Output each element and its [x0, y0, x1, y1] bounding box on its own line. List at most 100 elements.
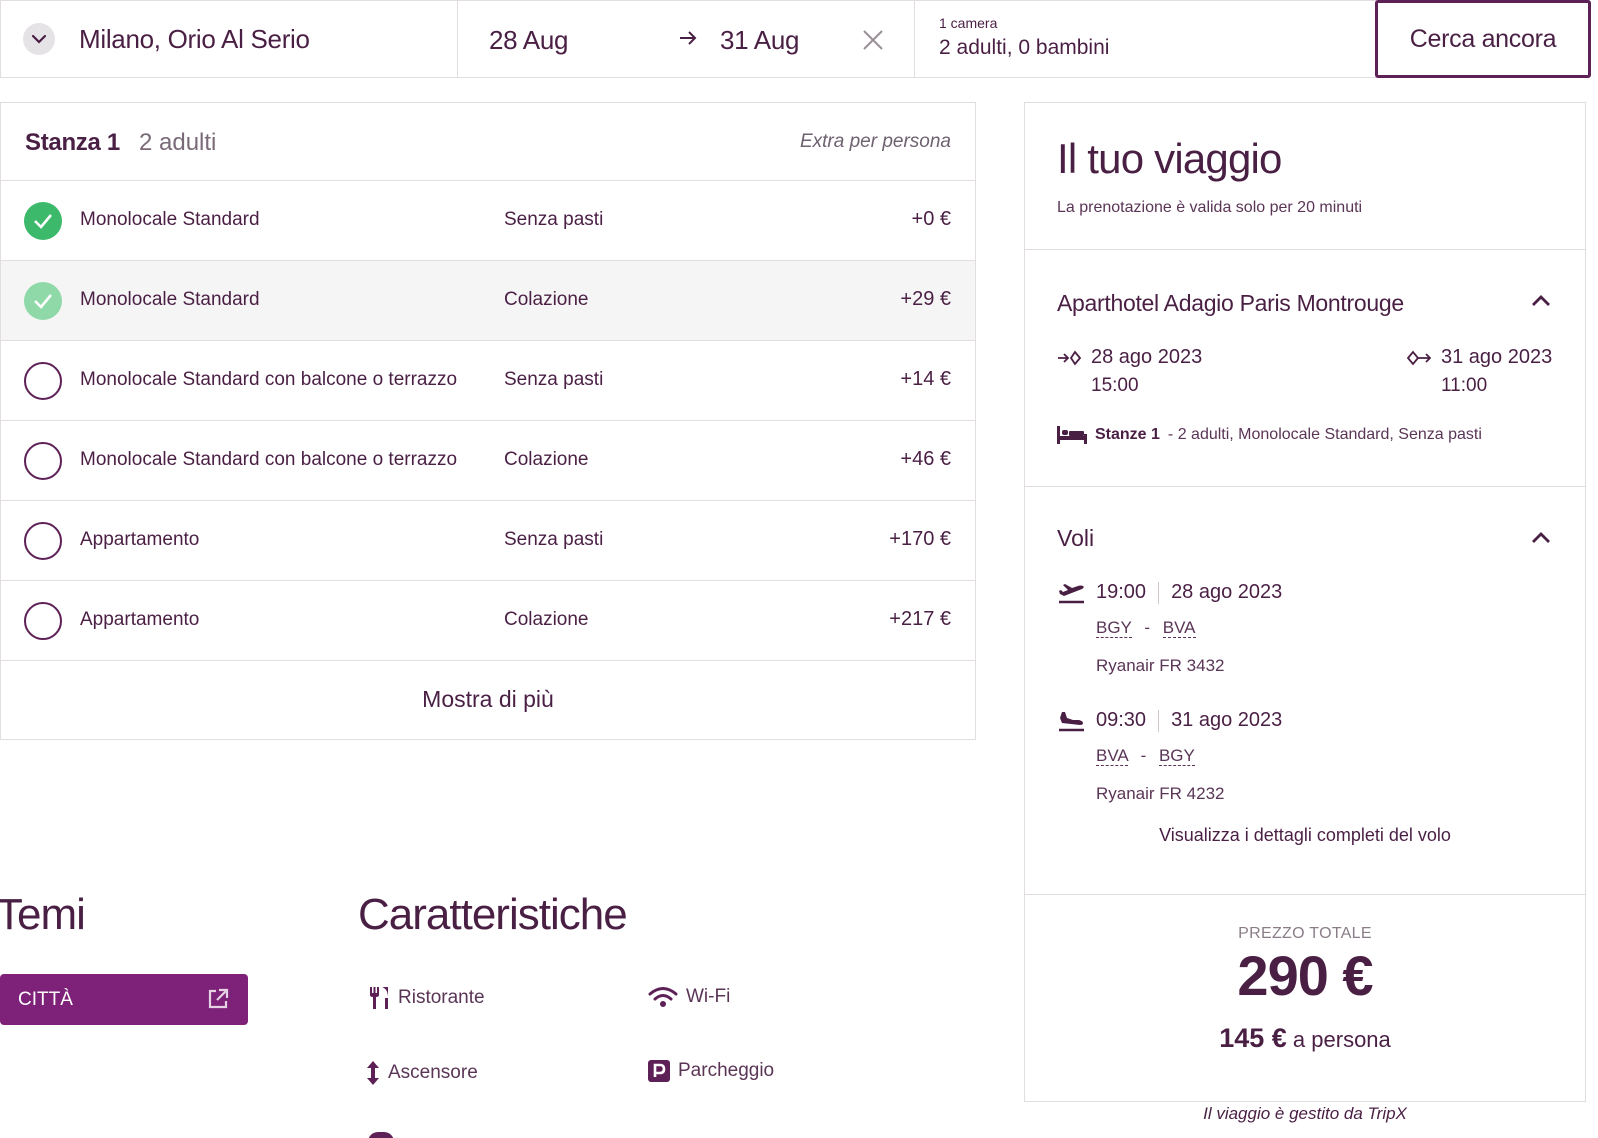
managed-by-note: Il viaggio è gestito da TripX: [1203, 1104, 1407, 1123]
theme-tag-label: CITTÀ: [18, 988, 73, 1010]
per-person-price: 145 €: [1219, 1023, 1287, 1053]
feature-elevator: Ascensore: [366, 1060, 478, 1086]
feature-wifi: Wi-Fi: [648, 986, 730, 1008]
landing-icon: [1057, 710, 1086, 732]
feature-more-icon: [368, 1132, 394, 1138]
date-from[interactable]: 28 Aug: [489, 25, 568, 56]
checkout-time: 11:00: [1441, 375, 1488, 396]
feature-restaurant: Ristorante: [368, 986, 485, 1010]
room-option-price: +14 €: [900, 368, 951, 390]
room-title: Stanza 1: [25, 129, 120, 156]
arrow-right-icon: [678, 30, 698, 51]
elevator-icon: [366, 1060, 380, 1086]
room-option-price: +46 €: [900, 448, 951, 470]
room-option-meal: Colazione: [504, 289, 589, 310]
outbound-airline: Ryanair FR 3432: [1096, 656, 1225, 675]
close-icon[interactable]: [862, 29, 884, 56]
date-to[interactable]: 31 Aug: [720, 25, 799, 56]
room-option-meal: Colazione: [504, 449, 589, 470]
room-option[interactable]: Monolocale Standard con balcone o terraz…: [1, 421, 975, 501]
return-flight: 09:30 31 ago 2023 BVA - BGY Ryanair FR 4…: [1057, 709, 1282, 804]
feature-label: Ristorante: [398, 987, 485, 1008]
hotel-name: Aparthotel Adagio Paris Montrouge: [1057, 290, 1404, 316]
room-option-name: Monolocale Standard: [80, 209, 260, 230]
radio-unselected[interactable]: [24, 522, 62, 560]
room-summary: Stanze 1 - 2 adulti, Monolocale Standard…: [1057, 426, 1482, 444]
return-airline: Ryanair FR 4232: [1096, 784, 1225, 803]
return-from[interactable]: BVA: [1096, 746, 1128, 766]
theme-tag-city[interactable]: CITTÀ: [0, 974, 248, 1025]
return-time: 09:30: [1096, 709, 1147, 731]
room-option-meal: Colazione: [504, 609, 589, 630]
total-price: 290 €: [1237, 944, 1373, 1007]
outbound-flight: 19:00 28 ago 2023 BGY - BVA Ryanair FR 3…: [1057, 581, 1282, 676]
room-option-price: +0 €: [911, 208, 951, 230]
room-option[interactable]: Monolocale Standard con balcone o terraz…: [1, 341, 975, 421]
outbound-to[interactable]: BVA: [1162, 618, 1196, 638]
chevron-up-icon[interactable]: [1531, 294, 1551, 312]
guests-field[interactable]: 1 camera 2 adulti, 0 bambini: [915, 1, 1377, 77]
return-date: 31 ago 2023: [1171, 709, 1283, 731]
room-option-meal: Senza pasti: [504, 529, 604, 550]
chevron-up-icon[interactable]: [1531, 531, 1551, 549]
themes-heading: Temi: [0, 890, 86, 939]
date-range-field[interactable]: 28 Aug 31 Aug: [458, 1, 915, 77]
rooms-detail: - 2 adulti, Monolocale Standard, Senza p…: [1167, 426, 1482, 443]
room-option[interactable]: Appartamento Senza pasti +170 €: [1, 501, 975, 581]
trip-header: Il tuo viaggio La prenotazione è valida …: [1025, 103, 1585, 250]
search-bar: Milano, Orio Al Serio 28 Aug 31 Aug 1 ca…: [0, 0, 1591, 78]
rooms-count: 1 camera: [939, 15, 998, 31]
room-options-panel: Stanza 1 2 adulti Extra per persona Mono…: [0, 102, 976, 740]
flight-details-link[interactable]: Visualizza i dettagli completi del volo: [1025, 825, 1585, 846]
destination-field[interactable]: Milano, Orio Al Serio: [1, 1, 458, 77]
return-to[interactable]: BGY: [1158, 746, 1195, 766]
extra-per-person-label: Extra per persona: [799, 131, 951, 152]
restaurant-icon: [368, 986, 390, 1010]
external-link-icon: [206, 987, 230, 1017]
room-option[interactable]: Monolocale Standard Senza pasti +0 €: [1, 181, 975, 261]
total-section: PREZZO TOTALE 290 € 145 € a persona: [1025, 895, 1585, 1101]
flights-title: Voli: [1057, 525, 1095, 551]
radio-unselected[interactable]: [24, 442, 62, 480]
features-heading: Caratteristiche: [358, 890, 628, 939]
checkin-date: 28 ago 2023: [1091, 346, 1203, 368]
room-option-meal: Senza pasti: [504, 369, 604, 390]
feature-label: Wi-Fi: [686, 986, 731, 1007]
checkin-time: 15:00: [1091, 375, 1139, 396]
room-option[interactable]: Monolocale Standard Colazione +29 €: [1, 261, 975, 341]
checkout-icon: [1407, 349, 1431, 367]
search-again-button[interactable]: Cerca ancora: [1375, 0, 1591, 78]
total-price-label: PREZZO TOTALE: [1238, 925, 1372, 942]
feature-label: Ascensore: [388, 1062, 478, 1083]
room-option-name: Appartamento: [80, 529, 200, 550]
room-option[interactable]: Appartamento Colazione +217 €: [1, 581, 975, 661]
room-option-name: Monolocale Standard con balcone o terraz…: [80, 449, 458, 470]
trip-summary-panel: Il tuo viaggio La prenotazione è valida …: [1024, 102, 1586, 1102]
radio-selected[interactable]: [24, 202, 62, 240]
chevron-down-icon[interactable]: [23, 23, 55, 55]
room-adults: 2 adulti: [139, 129, 217, 156]
hotel-section: Aparthotel Adagio Paris Montrouge 28 ago…: [1025, 250, 1585, 487]
booking-validity: La prenotazione è valida solo per 20 min…: [1057, 199, 1363, 216]
room-option-name: Monolocale Standard: [80, 289, 260, 310]
checkin-icon: [1057, 349, 1081, 367]
checkout-block: 31 ago 2023 11:00: [1407, 346, 1552, 397]
takeoff-icon: [1057, 582, 1086, 604]
radio-hover[interactable]: [24, 282, 62, 320]
outbound-from[interactable]: BGY: [1096, 618, 1132, 638]
per-person-label: a persona: [1292, 1027, 1391, 1052]
guests-count: 2 adulti, 0 bambini: [939, 36, 1110, 59]
room-option-name: Monolocale Standard con balcone o terraz…: [80, 369, 458, 390]
outbound-date: 28 ago 2023: [1171, 581, 1283, 603]
room-option-price: +29 €: [900, 288, 951, 310]
price-per-person: 145 € a persona: [1025, 1023, 1585, 1054]
feature-label: Parcheggio: [678, 1060, 775, 1081]
checkin-block: 28 ago 2023 15:00: [1057, 346, 1202, 397]
room-option-price: +217 €: [889, 608, 951, 630]
room-option-name: Appartamento: [80, 609, 200, 630]
radio-unselected[interactable]: [24, 362, 62, 400]
trip-title: Il tuo viaggio: [1057, 135, 1282, 182]
feature-parking: Parcheggio: [648, 1060, 774, 1082]
show-more-button[interactable]: Mostra di più: [1, 661, 975, 737]
radio-unselected[interactable]: [24, 602, 62, 640]
